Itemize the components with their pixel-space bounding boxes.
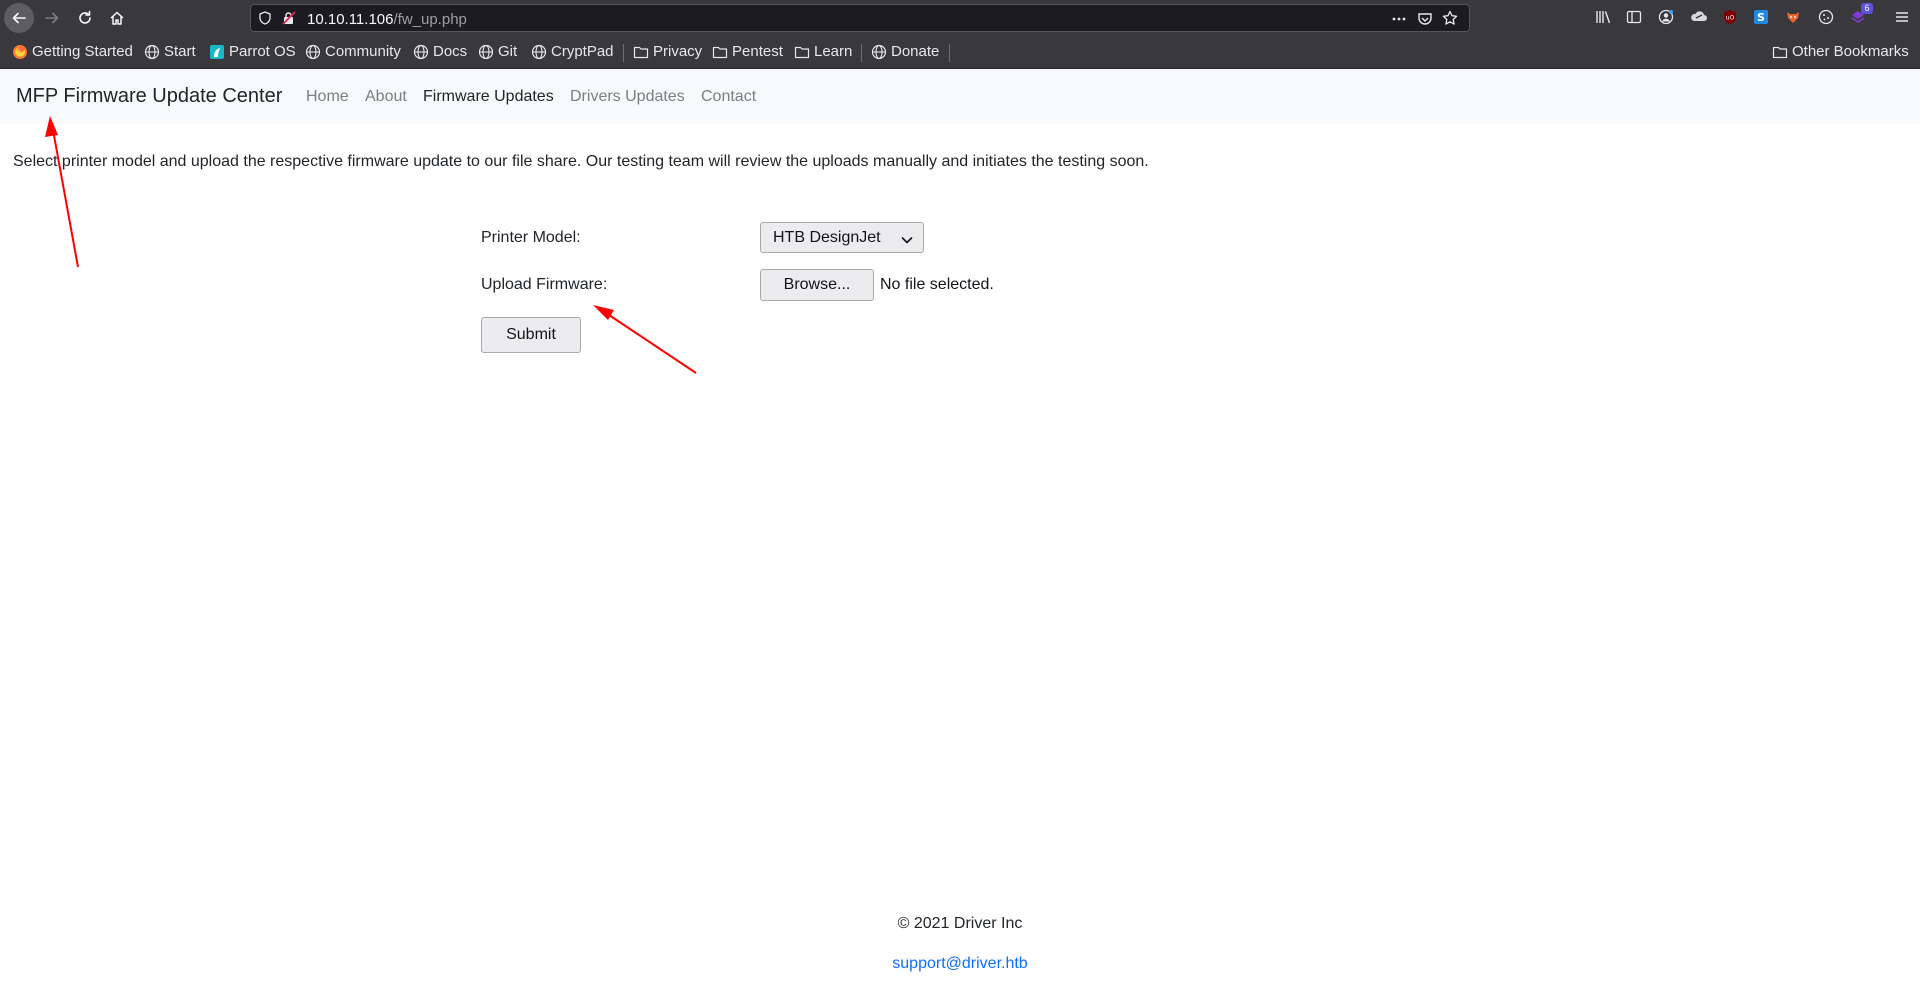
site-brand[interactable]: MFP Firmware Update Center — [16, 85, 282, 108]
bookmark-label: Learn — [814, 43, 853, 60]
bookmark-label: Donate — [891, 43, 940, 60]
chevron-down-icon — [901, 232, 913, 250]
bookmark-label: Pentest — [732, 43, 783, 60]
bookmark-star-icon[interactable] — [1442, 10, 1458, 26]
folder-icon — [633, 44, 649, 60]
insecure-lock-icon[interactable] — [282, 11, 296, 25]
globe-icon — [478, 44, 494, 60]
reload-icon — [79, 10, 91, 24]
folder-icon — [712, 44, 728, 60]
printer-model-value: HTB DesignJet — [773, 229, 881, 246]
nav-link-firmware-updates[interactable]: Firmware Updates — [423, 88, 554, 106]
reload-button[interactable] — [70, 3, 100, 33]
arrow-left-icon — [12, 12, 26, 24]
footer-copyright: © 2021 Driver Inc — [897, 915, 1023, 932]
cookie-icon[interactable] — [1818, 9, 1834, 25]
bookmark-other-bookmarks[interactable]: Other Bookmarks — [1772, 43, 1909, 60]
library-icon[interactable] — [1595, 9, 1613, 25]
home-button[interactable] — [102, 3, 132, 33]
bookmark-folder-learn[interactable]: Learn — [794, 43, 852, 60]
footer-email-link: support@driver.htb — [0, 955, 1920, 973]
extension-count-badge: 6 — [1861, 3, 1873, 14]
bookmark-donate[interactable]: Donate — [871, 43, 939, 60]
parrot-icon — [209, 44, 225, 60]
globe-icon — [144, 44, 160, 60]
folder-icon — [1772, 44, 1788, 60]
pocket-icon[interactable] — [1417, 11, 1433, 27]
back-button[interactable] — [4, 3, 34, 33]
annotation-arrow-upload — [593, 305, 697, 374]
browser-toolbar: 10.10.11.106/fw_up.php uO S 6 — [0, 0, 1920, 35]
printer-model-select[interactable]: HTB DesignJet — [760, 222, 924, 253]
ublock-icon[interactable]: uO — [1722, 9, 1738, 25]
site-navbar: MFP Firmware Update Center Home About Fi… — [0, 69, 1920, 124]
bookmark-label: CryptPad — [551, 43, 614, 60]
bookmark-label: Getting Started — [32, 43, 133, 60]
submit-button[interactable]: Submit — [481, 317, 581, 353]
fox-extension-icon[interactable] — [1785, 9, 1801, 25]
firefox-icon — [12, 44, 28, 60]
globe-icon — [871, 44, 887, 60]
folder-icon — [794, 44, 810, 60]
nav-link-drivers-updates[interactable]: Drivers Updates — [570, 88, 685, 106]
globe-icon — [531, 44, 547, 60]
svg-text:S: S — [1757, 11, 1765, 24]
bookmark-separator — [949, 44, 950, 62]
printer-model-label: Printer Model: — [481, 229, 581, 246]
bookmark-git[interactable]: Git — [478, 43, 517, 60]
bookmark-docs[interactable]: Docs — [413, 43, 467, 60]
arrow-right-icon — [45, 12, 59, 24]
bookmark-folder-pentest[interactable]: Pentest — [712, 43, 783, 60]
globe-icon — [413, 44, 429, 60]
page-actions-icon[interactable] — [1391, 12, 1407, 26]
nav-link-about[interactable]: About — [365, 88, 407, 106]
s-extension-icon[interactable]: S — [1753, 9, 1769, 25]
shield-icon[interactable] — [258, 11, 272, 25]
bookmark-label: Other Bookmarks — [1792, 43, 1909, 60]
svg-text:uO: uO — [1726, 15, 1735, 22]
support-email-link[interactable]: support@driver.htb — [892, 955, 1027, 972]
bookmark-separator — [861, 44, 862, 62]
bookmark-label: Community — [325, 43, 401, 60]
bookmarks-toolbar: Getting Started Start Parrot OS Communit… — [0, 35, 1920, 69]
file-status-text: No file selected. — [880, 276, 994, 293]
bookmark-label: Git — [498, 43, 518, 60]
account-icon[interactable] — [1658, 9, 1674, 25]
bookmark-label: Start — [164, 43, 196, 60]
nav-link-home[interactable]: Home — [306, 88, 349, 106]
annotation-overlay — [45, 116, 697, 374]
bookmark-cryptpad[interactable]: CryptPad — [531, 43, 614, 60]
nav-link-contact[interactable]: Contact — [701, 88, 756, 106]
globe-icon — [305, 44, 321, 60]
forward-button[interactable] — [37, 3, 67, 33]
bookmark-getting-started[interactable]: Getting Started — [12, 43, 133, 60]
browse-button[interactable]: Browse... — [760, 269, 874, 301]
sidebar-icon[interactable] — [1626, 9, 1642, 25]
hamburger-menu-icon[interactable] — [1894, 9, 1910, 25]
bookmark-parrot-os[interactable]: Parrot OS — [209, 43, 296, 60]
annotation-arrow-brand — [45, 116, 79, 268]
bookmark-folder-privacy[interactable]: Privacy — [633, 43, 702, 60]
bookmark-community[interactable]: Community — [305, 43, 401, 60]
bookmark-label: Privacy — [653, 43, 703, 60]
intro-text: Select printer model and upload the resp… — [13, 153, 1149, 170]
bookmark-separator — [623, 44, 624, 62]
upload-firmware-label: Upload Firmware: — [481, 276, 608, 293]
bookmark-start[interactable]: Start — [144, 43, 196, 60]
url-text[interactable]: 10.10.11.106/fw_up.php — [307, 11, 467, 28]
cloud-extension-icon[interactable] — [1690, 9, 1708, 25]
bookmark-label: Docs — [433, 43, 468, 60]
home-icon — [110, 11, 124, 25]
url-bar[interactable]: 10.10.11.106/fw_up.php — [250, 4, 1470, 32]
bookmark-label: Parrot OS — [229, 43, 296, 60]
